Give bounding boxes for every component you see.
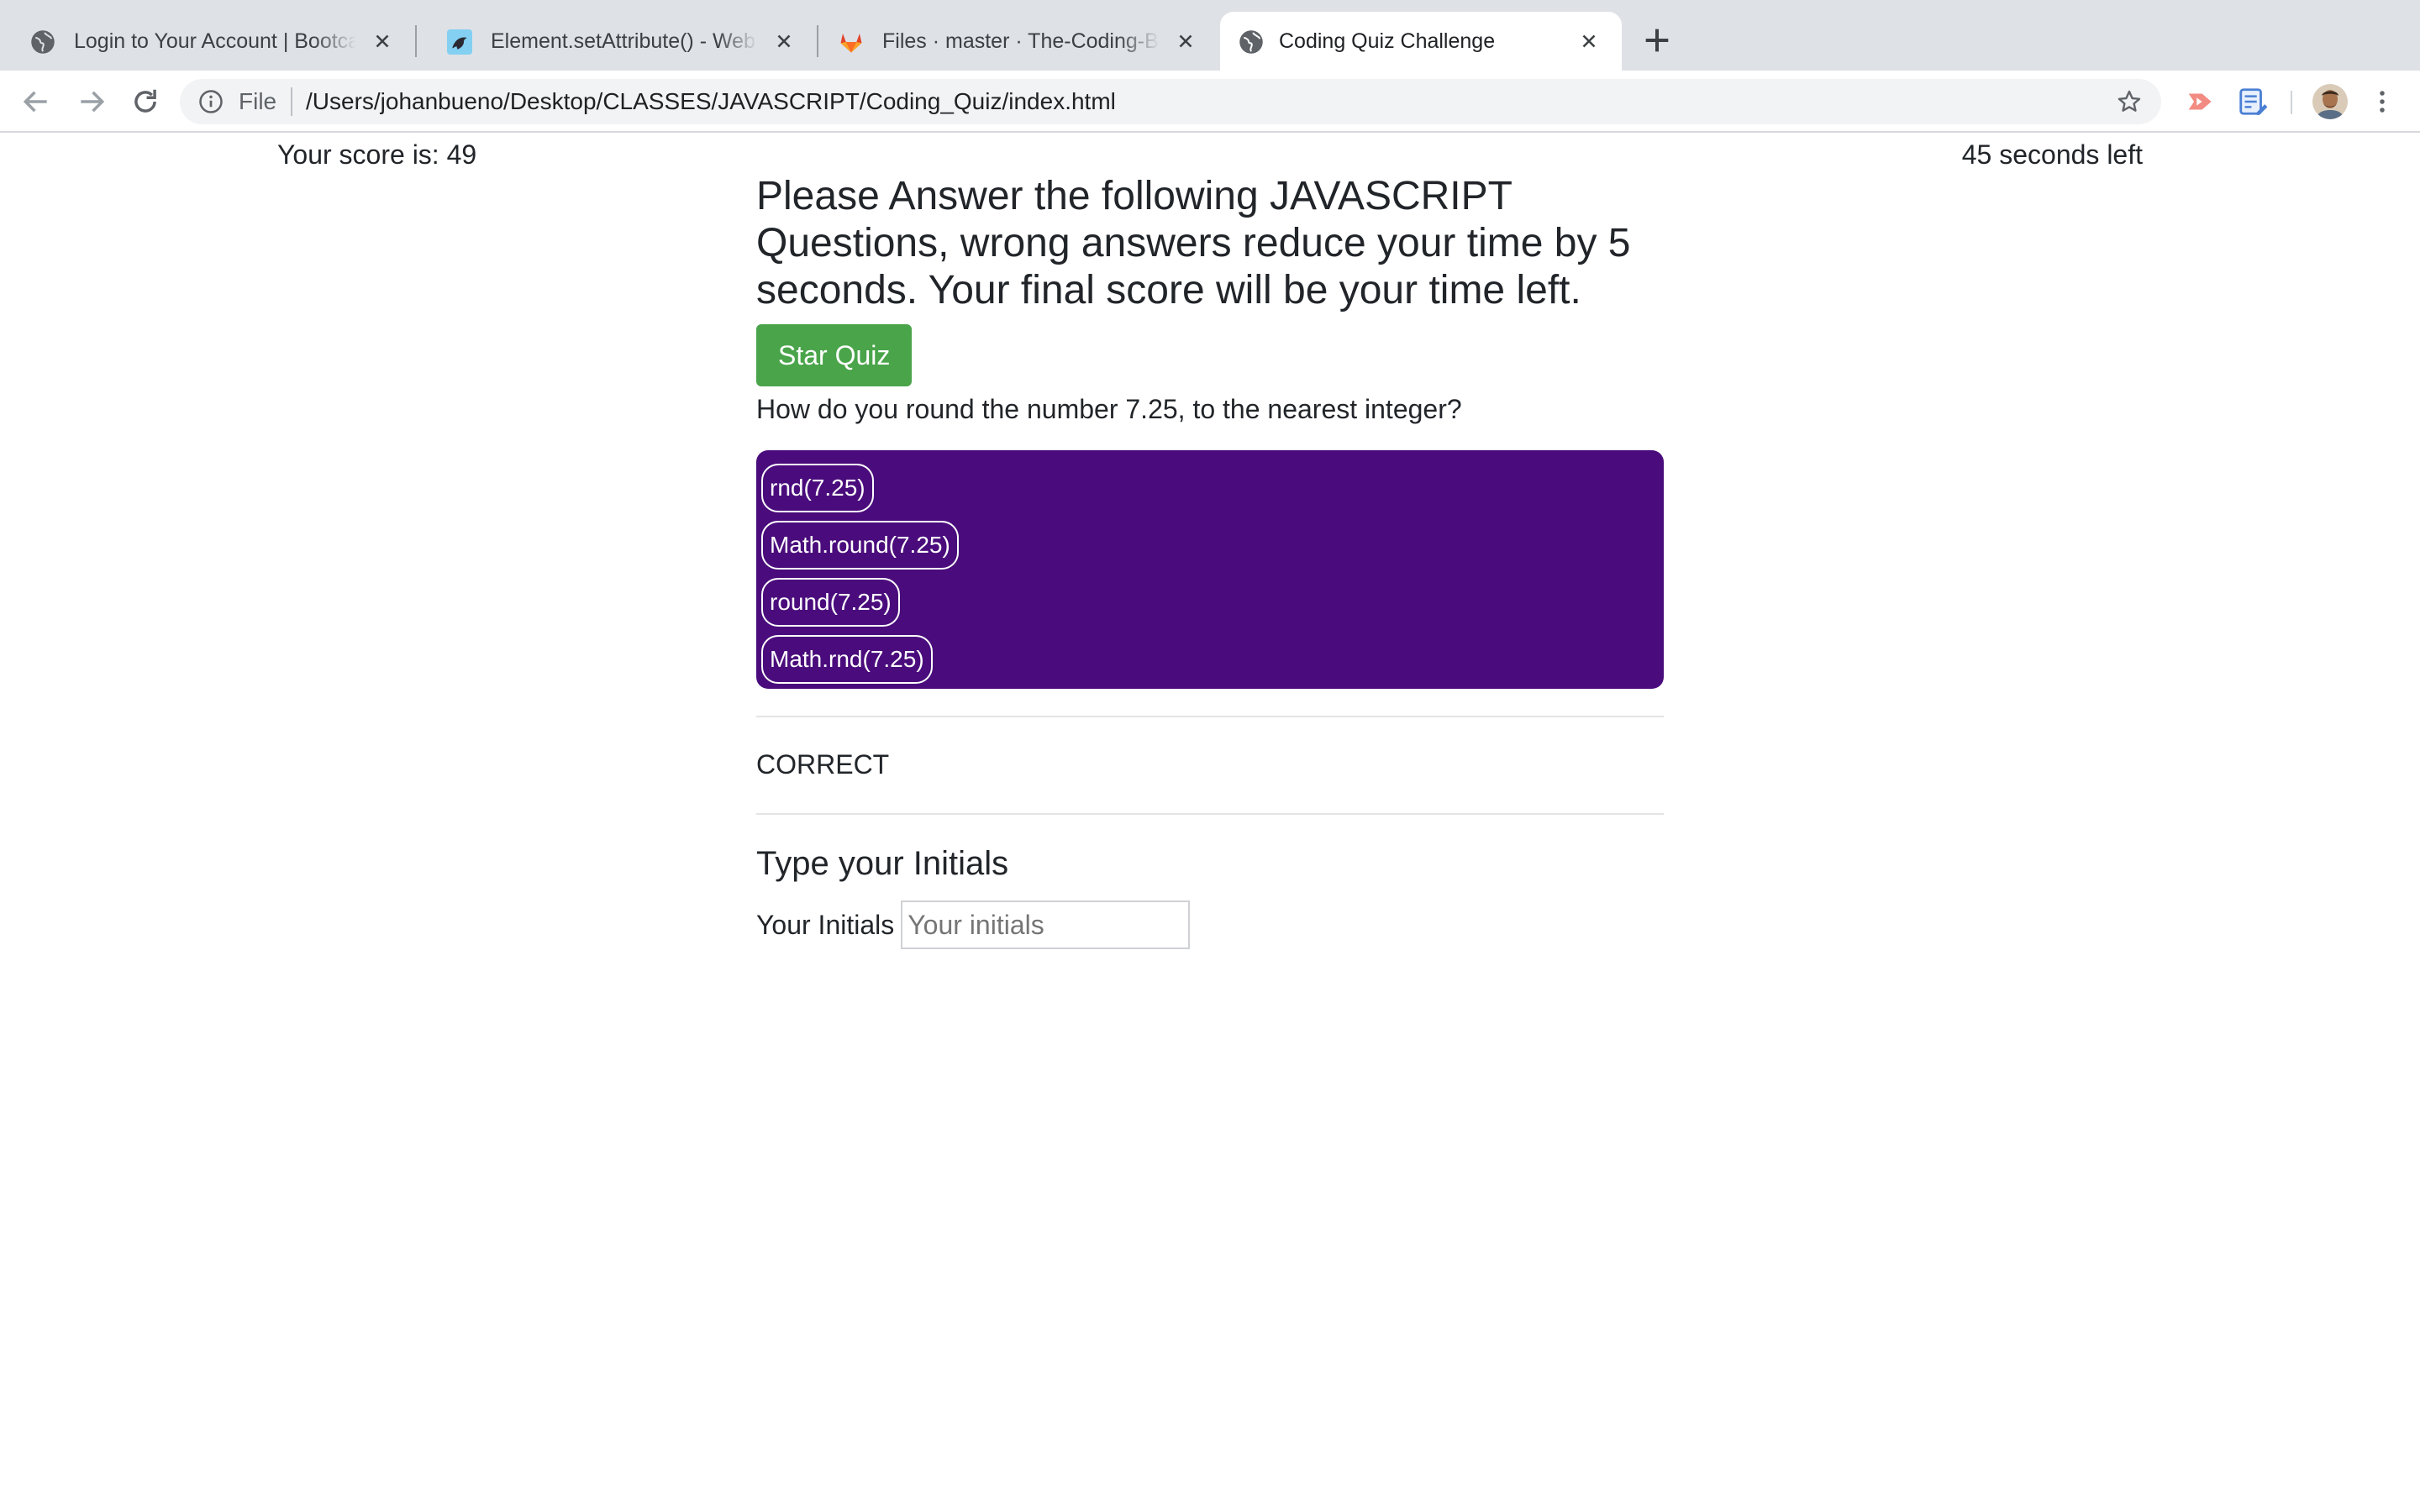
score-display: Your score is: 49 (277, 139, 477, 170)
menu-icon[interactable] (2370, 86, 2395, 118)
notes-extension-icon[interactable] (2237, 86, 2269, 118)
url-scheme-label: File (239, 88, 277, 114)
globe-icon (31, 30, 55, 54)
timer-display: 45 seconds left (1961, 139, 2143, 170)
avatar-image (2312, 84, 2348, 119)
answer-list: rnd(7.25) Math.round(7.25) round(7.25) M… (756, 450, 1664, 689)
tab-strip: Login to Your Account | Bootcamp Spot El… (0, 0, 2420, 71)
answer-feedback: CORRECT (756, 749, 890, 780)
browser-tab-gitlab[interactable]: Files · master · The-Coding-Boot-Camp (808, 12, 1218, 71)
mdn-icon (447, 29, 472, 55)
question-text: How do you round the number 7.25, to the… (756, 394, 1462, 424)
browser-tab-bootcamp[interactable]: Login to Your Account | Bootcamp Spot (0, 12, 415, 71)
globe-icon (1239, 30, 1263, 54)
answer-option[interactable]: rnd(7.25) (761, 464, 874, 512)
start-quiz-button[interactable]: Star Quiz (756, 324, 913, 386)
divider (756, 716, 1664, 717)
initials-form: Your Initials (756, 900, 1664, 949)
quiz-container: Please Answer the following JAVASCRIPT Q… (756, 173, 1664, 949)
close-icon[interactable] (1175, 30, 1197, 52)
answer-option[interactable]: Math.round(7.25) (761, 521, 959, 570)
profile-avatar[interactable] (2312, 84, 2348, 119)
bookmark-star-icon[interactable] (2116, 88, 2143, 115)
initials-label: Your Initials (756, 910, 895, 940)
close-icon[interactable] (773, 30, 795, 52)
address-bar[interactable]: File /Users/johanbueno/Desktop/CLASSES/J… (180, 79, 2161, 124)
url-text[interactable]: /Users/johanbueno/Desktop/CLASSES/JAVASC… (306, 89, 1116, 114)
url-separator (291, 87, 292, 116)
tab-title: Element.setAttribute() - Web APIs | MDN (491, 29, 758, 53)
browser-tab-mdn[interactable]: Element.setAttribute() - Web APIs | MDN (417, 12, 817, 71)
cast-icon[interactable] (2185, 86, 2217, 118)
tab-title: Files · master · The-Coding-Boot-Camp (882, 29, 1160, 53)
reload-icon[interactable] (129, 86, 161, 118)
close-icon[interactable] (1578, 30, 1600, 52)
page-title: Please Answer the following JAVASCRIPT Q… (756, 174, 1631, 312)
tab-title: Login to Your Account | Bootcamp Spot (74, 29, 356, 53)
browser-tab-coding-quiz[interactable]: Coding Quiz Challenge (1220, 12, 1622, 71)
new-tab-icon[interactable] (1640, 24, 1674, 57)
gitlab-icon (840, 34, 862, 53)
tab-title: Coding Quiz Challenge (1279, 29, 1496, 53)
page-content: Your score is: 49 45 seconds left Please… (0, 133, 2420, 1512)
info-icon[interactable] (198, 89, 224, 114)
browser-toolbar: File /Users/johanbueno/Desktop/CLASSES/J… (0, 71, 2420, 133)
forward-arrow-icon[interactable] (76, 86, 108, 118)
initials-heading: Type your Initials (756, 845, 1009, 882)
answer-option[interactable]: round(7.25) (761, 578, 900, 627)
answer-option[interactable]: Math.rnd(7.25) (761, 635, 933, 684)
back-arrow-icon[interactable] (20, 86, 52, 118)
toolbar-divider (2291, 91, 2292, 114)
initials-input[interactable] (901, 900, 1191, 949)
close-icon[interactable] (371, 30, 393, 52)
divider (756, 813, 1664, 815)
